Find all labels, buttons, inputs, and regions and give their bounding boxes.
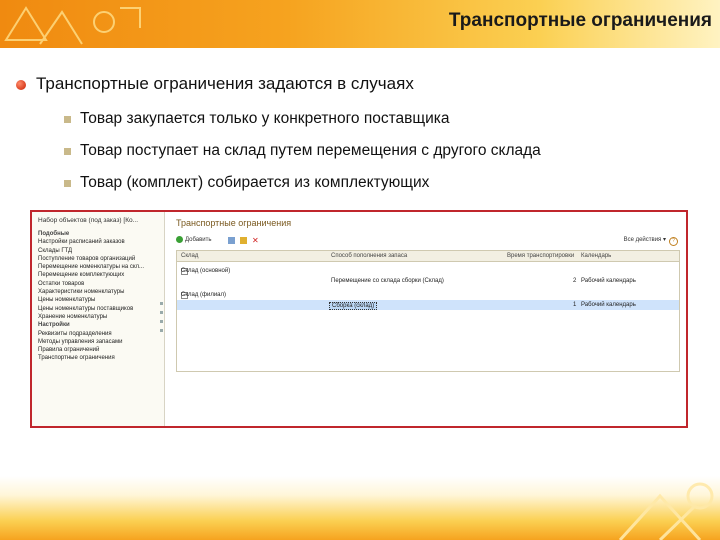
slide-header: Транспортные ограничения [0,0,720,48]
square-bullet-icon [64,148,71,155]
nav-item[interactable]: Хранение номенклатуры [38,313,160,321]
nav-item[interactable]: Перемещение комплектующих [38,271,160,279]
nav-item[interactable]: Цены номенклатуры поставщиков [38,305,160,313]
delete-icon[interactable]: ✕ [252,237,259,245]
nav-item[interactable]: Поступление товаров организаций [38,255,160,263]
navigation-list: Подобные Настройки расписаний заказов Скла… [38,230,160,363]
add-icon [176,236,183,243]
nav-item[interactable]: Цены номенклатуры [38,296,160,304]
all-actions-menu[interactable]: Все действия ▾ [624,236,666,245]
help-icon[interactable]: ? [669,237,678,246]
square-bullet-icon [64,180,71,187]
nav-item[interactable]: Остатки товаров [38,280,160,288]
column-header[interactable]: Время транспортировки [507,253,574,259]
toolbar: Добавить ✕ Все действия ▾ ? [176,236,680,246]
footer-decoration-icon [618,482,714,540]
nav-item[interactable]: Транспортные ограничения [38,354,160,362]
nav-item[interactable]: Реквизиты подразделения [38,330,160,338]
slide-title: Транспортные ограничения [448,10,712,31]
table-row[interactable]: − Склад (филиал) [177,288,679,299]
navigation-panel: Набор объектов (под заказ) [Ко... Подобн… [32,212,165,426]
column-header[interactable]: Способ пополнения запаса [331,253,407,259]
form-title: Транспортные ограничения [176,218,292,228]
table-header: Склад Способ пополнения запаса Время тра… [177,251,679,262]
nav-item[interactable]: Настройки расписаний заказов [38,238,160,246]
copy-icon[interactable] [228,237,235,244]
nav-section-header: Настройки [38,322,70,329]
nav-item[interactable]: Склады ГТД [38,247,160,255]
nav-item[interactable]: Правила ограничений [38,346,160,354]
bullet-icon [16,80,26,90]
embedded-screenshot: Набор объектов (под заказ) [Ко... Подобн… [30,210,688,428]
footer-decoration [0,476,720,540]
nav-item[interactable]: Методы управления запасами [38,338,160,346]
add-button[interactable]: Добавить [176,236,212,245]
panel-title: Набор объектов (под заказ) [Ко... [38,217,139,224]
nav-item[interactable]: Перемещение номенклатуры на скл... [38,263,160,271]
edit-icon[interactable] [240,237,247,244]
table-row[interactable]: − Склад (основной) [177,264,679,275]
square-bullet-icon [64,116,71,123]
column-header[interactable]: Календарь [581,253,611,259]
scroll-indicator [160,302,163,338]
nav-item[interactable]: Характеристики номенклатуры [38,288,160,296]
table-row-selected[interactable]: Сборка (склад) 1 Рабочий календарь [177,300,679,310]
header-decoration-icon [4,6,141,45]
column-header[interactable]: Склад [181,253,198,259]
main-point: Транспортные ограничения задаются в случ… [36,74,414,93]
form-area: Транспортные ограничения Добавить ✕ Все … [172,212,686,426]
table-row[interactable]: Перемещение со склада сборки (Склад) 2 Р… [177,276,679,286]
restrictions-table: Склад Способ пополнения запаса Время тра… [176,250,680,372]
nav-section-header: Подобные [38,231,70,237]
